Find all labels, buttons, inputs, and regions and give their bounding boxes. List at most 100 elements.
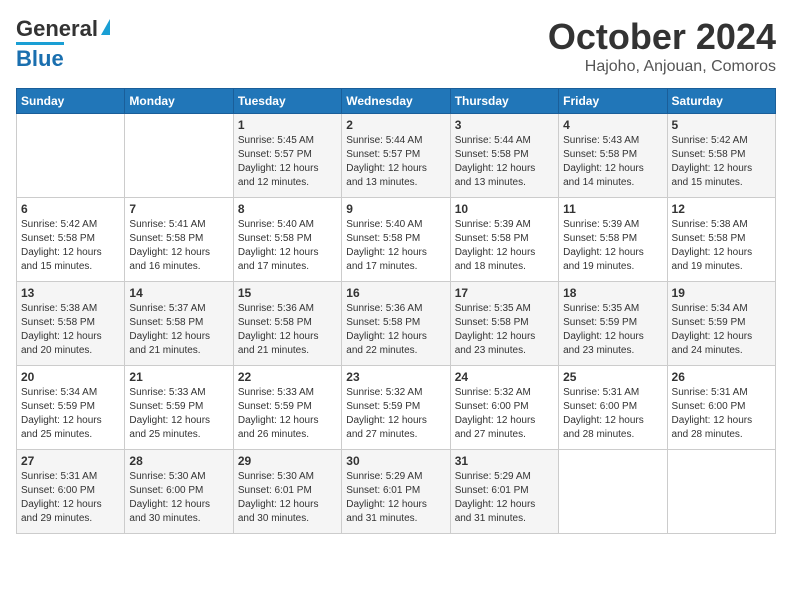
page-header: General Blue October 2024 Hajoho, Anjoua… <box>16 16 776 76</box>
header-day-wednesday: Wednesday <box>342 89 450 114</box>
header-row: SundayMondayTuesdayWednesdayThursdayFrid… <box>17 89 776 114</box>
location-title: Hajoho, Anjouan, Comoros <box>548 58 776 76</box>
calendar-cell: 13Sunrise: 5:38 AM Sunset: 5:58 PM Dayli… <box>17 282 125 366</box>
calendar-cell: 28 Sunrise: 5:30 AM Sunset: 6:00 PM Dayli… <box>125 450 233 534</box>
logo: General Blue <box>16 16 110 72</box>
calendar-cell: 16 Sunrise: 5:36 AM Sunset: 5:58 PM Dayli… <box>342 282 450 366</box>
day-detail: Sunrise: 5:42 AM Sunset: 5:58 PM Dayligh… <box>672 134 771 190</box>
calendar-cell: 30 Sunrise: 5:29 AM Sunset: 6:01 PM Dayli… <box>342 450 450 534</box>
day-number: 9 <box>346 202 445 216</box>
day-detail: Sunrise: 5:34 AM Sunset: 5:59 PM Dayligh… <box>672 302 771 358</box>
day-detail: Sunrise: 5:36 AM Sunset: 5:58 PM Dayligh… <box>346 302 445 358</box>
calendar-cell <box>559 450 667 534</box>
calendar-cell: 24Sunrise: 5:32 AM Sunset: 6:00 PM Dayli… <box>450 366 558 450</box>
calendar-cell: 20 Sunrise: 5:34 AM Sunset: 5:59 PM Dayli… <box>17 366 125 450</box>
day-number: 1 <box>238 118 337 132</box>
calendar-cell: 1 Sunrise: 5:45 AM Sunset: 5:57 PM Daylig… <box>233 114 341 198</box>
week-row-1: 1 Sunrise: 5:45 AM Sunset: 5:57 PM Daylig… <box>17 114 776 198</box>
day-number: 17 <box>455 286 554 300</box>
week-row-3: 13Sunrise: 5:38 AM Sunset: 5:58 PM Dayli… <box>17 282 776 366</box>
day-number: 8 <box>238 202 337 216</box>
header-day-thursday: Thursday <box>450 89 558 114</box>
calendar-cell <box>125 114 233 198</box>
day-number: 18 <box>563 286 662 300</box>
calendar-cell: 18 Sunrise: 5:35 AM Sunset: 5:59 PM Dayli… <box>559 282 667 366</box>
logo-blue: Blue <box>16 42 64 72</box>
logo-general: General <box>16 16 98 42</box>
header-day-sunday: Sunday <box>17 89 125 114</box>
day-detail: Sunrise: 5:39 AM Sunset: 5:58 PM Dayligh… <box>563 218 662 274</box>
day-number: 28 <box>129 454 228 468</box>
day-number: 27 <box>21 454 120 468</box>
day-number: 14 <box>129 286 228 300</box>
day-detail: Sunrise: 5:38 AM Sunset: 5:58 PM Dayligh… <box>672 218 771 274</box>
day-detail: Sunrise: 5:36 AM Sunset: 5:58 PM Dayligh… <box>238 302 337 358</box>
day-detail: Sunrise: 5:34 AM Sunset: 5:59 PM Dayligh… <box>21 386 120 442</box>
calendar-cell: 4Sunrise: 5:43 AM Sunset: 5:58 PM Daylig… <box>559 114 667 198</box>
day-number: 20 <box>21 370 120 384</box>
calendar-cell: 17 Sunrise: 5:35 AM Sunset: 5:58 PM Dayli… <box>450 282 558 366</box>
calendar-cell: 5Sunrise: 5:42 AM Sunset: 5:58 PM Daylig… <box>667 114 775 198</box>
calendar-cell: 8 Sunrise: 5:40 AM Sunset: 5:58 PM Daylig… <box>233 198 341 282</box>
day-detail: Sunrise: 5:30 AM Sunset: 6:00 PM Dayligh… <box>129 470 228 526</box>
calendar-cell <box>17 114 125 198</box>
calendar-cell: 14 Sunrise: 5:37 AM Sunset: 5:58 PM Dayli… <box>125 282 233 366</box>
day-detail: Sunrise: 5:44 AM Sunset: 5:57 PM Dayligh… <box>346 134 445 190</box>
calendar-cell: 21 Sunrise: 5:33 AM Sunset: 5:59 PM Dayli… <box>125 366 233 450</box>
calendar-cell: 10 Sunrise: 5:39 AM Sunset: 5:58 PM Dayli… <box>450 198 558 282</box>
day-detail: Sunrise: 5:35 AM Sunset: 5:59 PM Dayligh… <box>563 302 662 358</box>
day-number: 10 <box>455 202 554 216</box>
calendar-cell: 6 Sunrise: 5:42 AM Sunset: 5:58 PM Daylig… <box>17 198 125 282</box>
calendar-cell: 26Sunrise: 5:31 AM Sunset: 6:00 PM Dayli… <box>667 366 775 450</box>
week-row-5: 27 Sunrise: 5:31 AM Sunset: 6:00 PM Dayli… <box>17 450 776 534</box>
day-detail: Sunrise: 5:45 AM Sunset: 5:57 PM Dayligh… <box>238 134 337 190</box>
day-number: 29 <box>238 454 337 468</box>
day-number: 21 <box>129 370 228 384</box>
day-number: 16 <box>346 286 445 300</box>
calendar-cell <box>667 450 775 534</box>
day-detail: Sunrise: 5:40 AM Sunset: 5:58 PM Dayligh… <box>238 218 337 274</box>
day-number: 4 <box>563 118 662 132</box>
day-number: 24 <box>455 370 554 384</box>
logo-triangle-icon <box>101 19 110 35</box>
calendar-cell: 9Sunrise: 5:40 AM Sunset: 5:58 PM Daylig… <box>342 198 450 282</box>
day-detail: Sunrise: 5:29 AM Sunset: 6:01 PM Dayligh… <box>455 470 554 526</box>
month-title: October 2024 <box>548 16 776 58</box>
day-detail: Sunrise: 5:39 AM Sunset: 5:58 PM Dayligh… <box>455 218 554 274</box>
calendar-table: SundayMondayTuesdayWednesdayThursdayFrid… <box>16 88 776 534</box>
calendar-cell: 31Sunrise: 5:29 AM Sunset: 6:01 PM Dayli… <box>450 450 558 534</box>
day-number: 12 <box>672 202 771 216</box>
calendar-cell: 23 Sunrise: 5:32 AM Sunset: 5:59 PM Dayli… <box>342 366 450 450</box>
day-detail: Sunrise: 5:31 AM Sunset: 6:00 PM Dayligh… <box>21 470 120 526</box>
calendar-cell: 15 Sunrise: 5:36 AM Sunset: 5:58 PM Dayli… <box>233 282 341 366</box>
day-number: 6 <box>21 202 120 216</box>
day-number: 11 <box>563 202 662 216</box>
calendar-cell: 29 Sunrise: 5:30 AM Sunset: 6:01 PM Dayli… <box>233 450 341 534</box>
day-detail: Sunrise: 5:33 AM Sunset: 5:59 PM Dayligh… <box>238 386 337 442</box>
day-number: 19 <box>672 286 771 300</box>
day-number: 30 <box>346 454 445 468</box>
week-row-2: 6 Sunrise: 5:42 AM Sunset: 5:58 PM Daylig… <box>17 198 776 282</box>
day-detail: Sunrise: 5:37 AM Sunset: 5:58 PM Dayligh… <box>129 302 228 358</box>
header-day-saturday: Saturday <box>667 89 775 114</box>
day-detail: Sunrise: 5:32 AM Sunset: 5:59 PM Dayligh… <box>346 386 445 442</box>
day-detail: Sunrise: 5:29 AM Sunset: 6:01 PM Dayligh… <box>346 470 445 526</box>
day-number: 22 <box>238 370 337 384</box>
title-block: October 2024 Hajoho, Anjouan, Comoros <box>548 16 776 76</box>
day-detail: Sunrise: 5:33 AM Sunset: 5:59 PM Dayligh… <box>129 386 228 442</box>
day-number: 25 <box>563 370 662 384</box>
day-detail: Sunrise: 5:35 AM Sunset: 5:58 PM Dayligh… <box>455 302 554 358</box>
day-number: 15 <box>238 286 337 300</box>
calendar-cell: 25Sunrise: 5:31 AM Sunset: 6:00 PM Dayli… <box>559 366 667 450</box>
calendar-cell: 19 Sunrise: 5:34 AM Sunset: 5:59 PM Dayli… <box>667 282 775 366</box>
day-detail: Sunrise: 5:30 AM Sunset: 6:01 PM Dayligh… <box>238 470 337 526</box>
day-detail: Sunrise: 5:31 AM Sunset: 6:00 PM Dayligh… <box>672 386 771 442</box>
calendar-cell: 11 Sunrise: 5:39 AM Sunset: 5:58 PM Dayli… <box>559 198 667 282</box>
day-detail: Sunrise: 5:42 AM Sunset: 5:58 PM Dayligh… <box>21 218 120 274</box>
calendar-cell: 7Sunrise: 5:41 AM Sunset: 5:58 PM Daylig… <box>125 198 233 282</box>
calendar-cell: 3Sunrise: 5:44 AM Sunset: 5:58 PM Daylig… <box>450 114 558 198</box>
calendar-cell: 12 Sunrise: 5:38 AM Sunset: 5:58 PM Dayli… <box>667 198 775 282</box>
header-day-monday: Monday <box>125 89 233 114</box>
day-number: 23 <box>346 370 445 384</box>
day-number: 2 <box>346 118 445 132</box>
